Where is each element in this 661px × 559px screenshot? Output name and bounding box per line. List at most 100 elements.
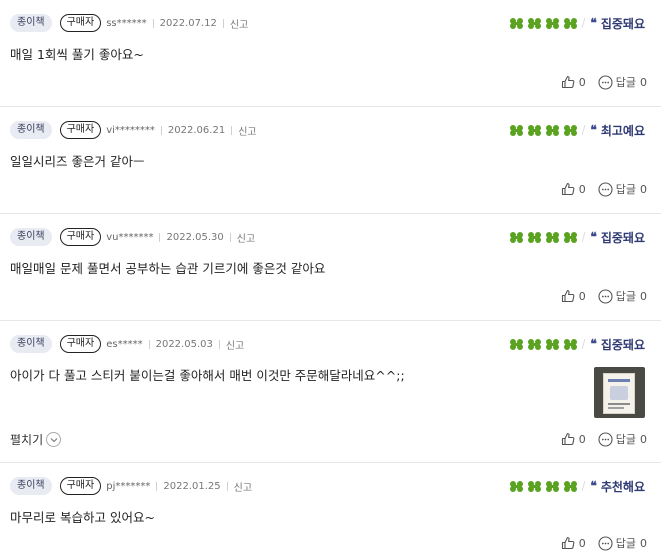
review-meta: 종이책 구매자 pj******* 2022.01.25 신고	[10, 477, 252, 495]
buyer-badge: 구매자	[59, 121, 102, 139]
like-count: 0	[578, 432, 586, 446]
review-item: 종이책 구매자 pj******* 2022.01.25 신고 ❝ 추천해요 마…	[0, 463, 661, 559]
book-cover-image	[603, 373, 635, 414]
clover-icon	[528, 480, 542, 492]
thumbs-up-icon	[561, 289, 575, 303]
clover-icon	[528, 231, 542, 243]
clover-rating	[509, 231, 578, 243]
reply-button[interactable]: 답글 0	[598, 181, 647, 197]
rating: ❝ 집중돼요	[509, 228, 645, 246]
expand-button[interactable]: 펼치기	[10, 431, 62, 448]
review-actions: 0 답글 0	[561, 431, 647, 447]
buyer-badge: 구매자	[59, 335, 102, 353]
divider	[582, 481, 586, 491]
clover-icon	[564, 338, 578, 350]
user-id: ss******	[106, 17, 147, 29]
divider	[226, 481, 228, 491]
divider	[156, 481, 158, 491]
divider	[148, 339, 150, 349]
like-button[interactable]: 0	[561, 432, 586, 446]
reply-button[interactable]: 답글 0	[598, 535, 647, 551]
clover-icon	[528, 338, 542, 350]
comment-icon	[598, 288, 613, 304]
review-item: 종이책 구매자 vi******** 2022.06.21 신고 ❝ 최고예요 …	[0, 107, 661, 214]
clover-rating	[509, 338, 578, 350]
review-meta: 종이책 구매자 vi******** 2022.06.21 신고	[10, 121, 257, 139]
thumbs-up-icon	[561, 182, 575, 196]
review-photo-thumbnail[interactable]	[594, 367, 645, 418]
reply-count: 0	[640, 289, 647, 303]
review-content: 일일시리즈 좋은거 같아ㅡ	[10, 154, 145, 169]
like-count: 0	[578, 536, 586, 550]
quote-icon: ❝	[590, 337, 597, 351]
review-actions: 0 답글 0	[561, 535, 647, 551]
review-tag: 집중돼요	[600, 16, 645, 31]
buyer-badge: 구매자	[59, 14, 102, 32]
review-date: 2022.06.21	[167, 124, 226, 136]
review-actions: 0 답글 0	[561, 181, 647, 197]
thumbs-up-icon	[561, 432, 575, 446]
divider	[582, 125, 586, 135]
format-badge: 종이책	[10, 14, 52, 32]
like-button[interactable]: 0	[561, 536, 586, 550]
reply-label: 답글	[615, 433, 636, 446]
thumbs-up-icon	[561, 75, 575, 89]
review-content: 매일 1회씩 풀기 좋아요~	[10, 47, 144, 62]
review-tag: 추천해요	[600, 479, 645, 494]
clover-icon	[546, 480, 560, 492]
review-date: 2022.07.12	[159, 17, 217, 29]
user-id: pj*******	[106, 480, 151, 492]
divider	[218, 339, 220, 349]
review-date: 2022.05.30	[166, 231, 224, 243]
clover-icon	[510, 124, 524, 136]
divider	[582, 339, 586, 349]
buyer-badge: 구매자	[59, 477, 102, 495]
reply-count: 0	[640, 75, 647, 89]
reply-button[interactable]: 답글 0	[598, 431, 647, 447]
review-date: 2022.01.25	[163, 480, 221, 492]
review-meta: 종이책 구매자 vu******* 2022.05.30 신고	[10, 228, 255, 246]
comment-icon	[598, 181, 613, 197]
rating: ❝ 추천해요	[509, 477, 645, 495]
clover-icon	[546, 231, 560, 243]
clover-icon	[510, 338, 524, 350]
clover-icon	[564, 480, 578, 492]
divider	[159, 232, 161, 242]
reply-count: 0	[640, 182, 647, 196]
comment-icon	[598, 535, 613, 551]
divider	[582, 18, 586, 28]
clover-icon	[528, 124, 542, 136]
review-tag: 최고예요	[600, 123, 645, 138]
clover-icon	[564, 231, 578, 243]
reply-label: 답글	[615, 537, 636, 550]
thumbs-up-icon	[561, 536, 575, 550]
clover-icon	[564, 124, 578, 136]
review-tag: 집중돼요	[600, 337, 645, 352]
reply-button[interactable]: 답글 0	[598, 288, 647, 304]
reply-button[interactable]: 답글 0	[598, 74, 647, 90]
report-link[interactable]: 신고	[237, 230, 255, 245]
like-button[interactable]: 0	[561, 182, 586, 196]
review-date: 2022.05.03	[155, 338, 213, 350]
divider	[152, 18, 154, 28]
user-id: vu*******	[106, 231, 154, 243]
format-badge: 종이책	[10, 121, 52, 139]
like-count: 0	[578, 75, 586, 89]
report-link[interactable]: 신고	[230, 16, 248, 31]
report-link[interactable]: 신고	[226, 337, 244, 352]
rating: ❝ 집중돼요	[509, 14, 645, 32]
divider	[231, 125, 233, 135]
comment-icon	[598, 74, 613, 90]
quote-icon: ❝	[590, 123, 597, 137]
clover-icon	[564, 17, 578, 29]
reply-count: 0	[640, 432, 647, 446]
like-button[interactable]: 0	[561, 75, 586, 89]
format-badge: 종이책	[10, 228, 52, 246]
clover-icon	[510, 17, 524, 29]
report-link[interactable]: 신고	[234, 479, 252, 494]
review-item: 종이책 구매자 ss****** 2022.07.12 신고 ❝ 집중돼요 매일…	[0, 0, 661, 107]
report-link[interactable]: 신고	[238, 123, 256, 138]
divider	[229, 232, 231, 242]
format-badge: 종이책	[10, 335, 52, 353]
like-button[interactable]: 0	[561, 289, 586, 303]
